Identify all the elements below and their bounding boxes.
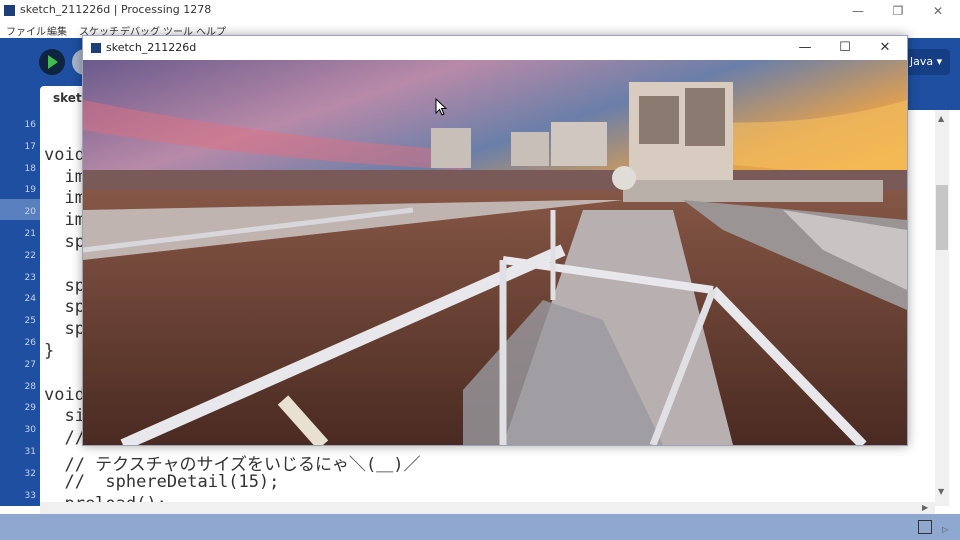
- line-number: 22: [24, 250, 36, 261]
- line-number: 30: [24, 425, 36, 436]
- arrow-cursor-icon: [435, 98, 447, 116]
- line-number: 32: [24, 468, 36, 479]
- vertical-scrollbar[interactable]: ▲ ▼: [935, 110, 949, 506]
- code-line[interactable]: im: [44, 188, 84, 208]
- code-line[interactable]: sp: [44, 276, 84, 296]
- sketch-minimize-button[interactable]: —: [785, 39, 825, 57]
- sketch-titlebar[interactable]: sketch_211226d — ☐ ✕: [83, 36, 907, 60]
- ide-titlebar: sketch_211226d | Processing 1278 — ❐ ✕: [0, 0, 960, 22]
- code-line[interactable]: im: [44, 210, 84, 230]
- code-line[interactable]: sp: [44, 297, 84, 317]
- sketch-close-button[interactable]: ✕: [865, 39, 905, 57]
- code-line[interactable]: si: [44, 406, 84, 426]
- line-number: 28: [24, 381, 36, 392]
- line-number: 25: [24, 316, 36, 327]
- processing-app-icon: [4, 5, 15, 16]
- line-number: 21: [24, 229, 36, 239]
- line-number: 31: [24, 447, 36, 457]
- code-line[interactable]: im: [44, 167, 84, 187]
- line-number: 24: [24, 294, 36, 305]
- horizontal-scrollbar[interactable]: ▶: [40, 502, 935, 514]
- scroll-up-icon[interactable]: ▲: [938, 114, 944, 123]
- ide-close-button[interactable]: ✕: [920, 2, 956, 20]
- vertical-scroll-thumb[interactable]: [936, 185, 948, 250]
- ide-minimize-button[interactable]: —: [840, 2, 876, 20]
- sketch-output-window[interactable]: sketch_211226d — ☐ ✕: [82, 35, 908, 446]
- code-line[interactable]: //: [44, 428, 84, 448]
- mode-selector-button[interactable]: Java ▾: [902, 49, 950, 75]
- play-icon: [48, 55, 58, 69]
- menu-file[interactable]: ファイル: [6, 23, 46, 38]
- line-number: 26: [24, 338, 36, 348]
- scroll-right-icon[interactable]: ▶: [922, 503, 928, 512]
- code-line[interactable]: void: [44, 385, 85, 405]
- line-number: 17: [24, 141, 36, 152]
- line-number: 20: [24, 207, 36, 218]
- sketch-window-title: sketch_211226d: [106, 41, 197, 54]
- sketch-canvas[interactable]: [83, 60, 907, 445]
- line-number: 23: [24, 272, 36, 283]
- expand-console-icon[interactable]: ▷: [942, 525, 948, 534]
- code-line[interactable]: // sphereDetail(15);: [44, 472, 279, 492]
- line-number: 27: [24, 359, 36, 370]
- sketch-maximize-button[interactable]: ☐: [825, 39, 865, 57]
- panorama-scene-image: [83, 60, 907, 445]
- run-button[interactable]: [39, 49, 65, 75]
- code-line[interactable]: sp: [44, 319, 84, 339]
- status-bar: [0, 514, 960, 540]
- sketch-app-icon: [91, 43, 101, 53]
- menu-edit[interactable]: 編集: [47, 23, 67, 38]
- code-line[interactable]: }: [44, 341, 54, 361]
- line-number: 19: [24, 185, 36, 196]
- line-number: 29: [24, 403, 36, 414]
- line-number: 16: [24, 120, 36, 130]
- console-icon[interactable]: [918, 520, 932, 534]
- line-number: 18: [24, 163, 36, 174]
- line-number: 33: [24, 490, 36, 501]
- ide-restore-button[interactable]: ❐: [880, 2, 916, 20]
- ide-window-title: sketch_211226d | Processing 1278: [20, 3, 212, 16]
- code-line[interactable]: sp: [44, 232, 84, 252]
- code-line[interactable]: void: [44, 145, 85, 165]
- scroll-down-icon[interactable]: ▼: [938, 487, 944, 496]
